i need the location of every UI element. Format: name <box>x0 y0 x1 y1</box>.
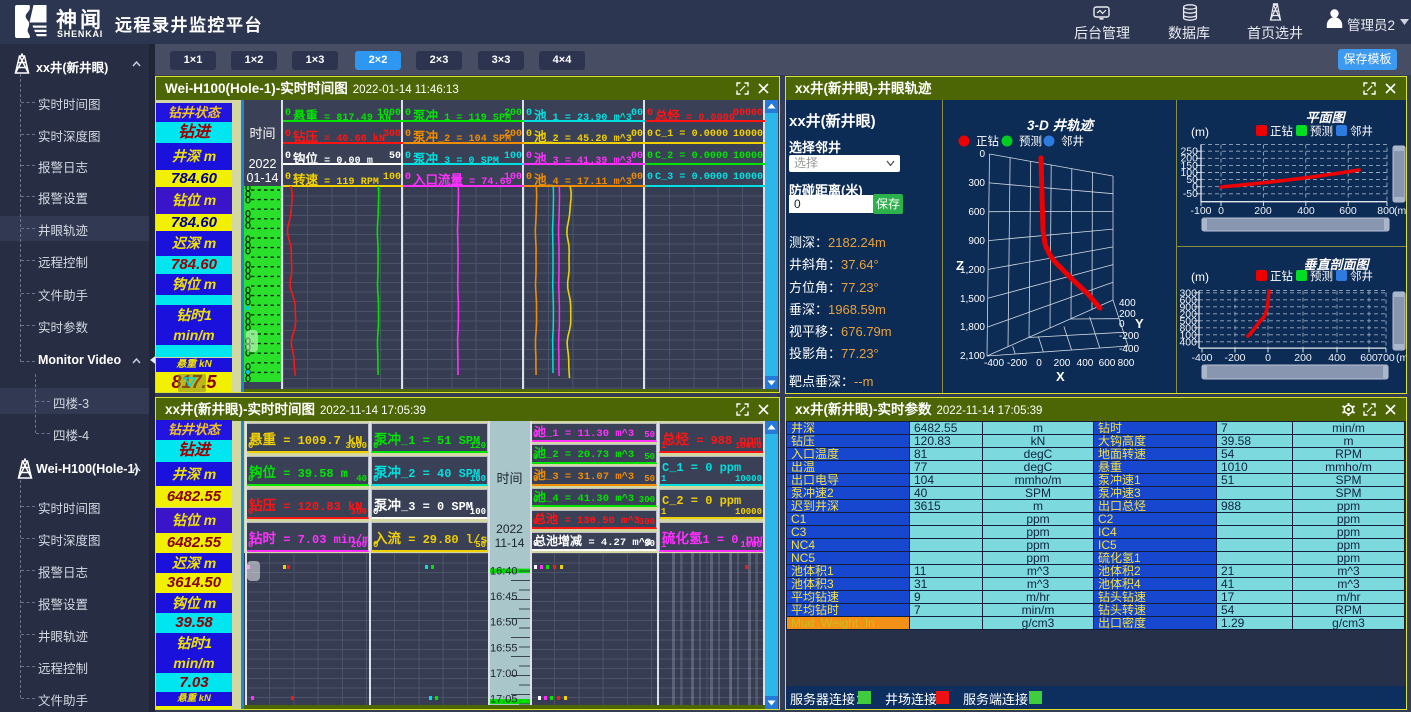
svg-text:邻井: 邻井 <box>1350 124 1373 138</box>
svg-text:600: 600 <box>1360 352 1378 364</box>
svg-text:邻井: 邻井 <box>1061 134 1084 148</box>
svg-text:200: 200 <box>1294 352 1312 364</box>
svg-text:0: 0 <box>1218 205 1224 217</box>
svg-text:(m): (m) <box>1191 125 1209 139</box>
svg-text:预测: 预测 <box>1019 135 1042 148</box>
svg-text:700: 700 <box>1377 352 1395 364</box>
svg-text:预测: 预测 <box>1310 125 1333 138</box>
svg-text:-100: -100 <box>1190 205 1211 217</box>
svg-text:(m): (m) <box>1396 352 1406 364</box>
svg-text:0: 0 <box>1036 358 1042 369</box>
svg-text:X: X <box>1056 369 1065 384</box>
svg-text:200: 200 <box>1254 205 1272 217</box>
svg-text:-400: -400 <box>1119 344 1139 355</box>
svg-text:2,100: 2,100 <box>960 351 985 362</box>
svg-text:800: 800 <box>1377 205 1395 217</box>
svg-text:800: 800 <box>1118 358 1135 369</box>
svg-text:600: 600 <box>968 207 985 218</box>
svg-text:垂直剖面图: 垂直剖面图 <box>1303 257 1370 272</box>
svg-text:Z: Z <box>956 258 964 273</box>
svg-text:400: 400 <box>1179 336 1197 348</box>
svg-text:-400: -400 <box>984 358 1004 369</box>
svg-text:0: 0 <box>1119 319 1125 330</box>
svg-text:0: 0 <box>1265 352 1271 364</box>
svg-text:(m): (m) <box>1191 270 1209 284</box>
svg-text:(m): (m) <box>1394 205 1406 217</box>
svg-text:600: 600 <box>1339 205 1357 217</box>
svg-text:正钻: 正钻 <box>976 134 999 148</box>
svg-text:正钻: 正钻 <box>1270 269 1293 283</box>
svg-text:-200: -200 <box>1119 331 1139 342</box>
svg-text:-200: -200 <box>1007 358 1027 369</box>
svg-text:200: 200 <box>1054 358 1071 369</box>
svg-text:1,500: 1,500 <box>960 294 985 305</box>
svg-text:300: 300 <box>968 178 985 189</box>
svg-text:1,800: 1,800 <box>960 322 985 333</box>
svg-text:平面图: 平面图 <box>1305 110 1346 125</box>
svg-text:3-D 井轨迹: 3-D 井轨迹 <box>1027 118 1096 133</box>
svg-text:邻井: 邻井 <box>1350 269 1373 283</box>
svg-text:预测: 预测 <box>1310 270 1333 283</box>
svg-text:-50: -50 <box>1183 188 1198 200</box>
svg-text:-400: -400 <box>1191 352 1212 364</box>
svg-text:400: 400 <box>1119 298 1136 309</box>
svg-text:0: 0 <box>979 149 985 160</box>
svg-text:Y: Y <box>1135 316 1144 331</box>
svg-text:-200: -200 <box>1224 352 1245 364</box>
svg-text:600: 600 <box>1099 358 1116 369</box>
svg-text:400: 400 <box>1077 358 1094 369</box>
svg-text:正钻: 正钻 <box>1270 124 1293 138</box>
svg-text:900: 900 <box>968 236 985 247</box>
svg-text:400: 400 <box>1328 352 1346 364</box>
svg-text:400: 400 <box>1297 205 1315 217</box>
